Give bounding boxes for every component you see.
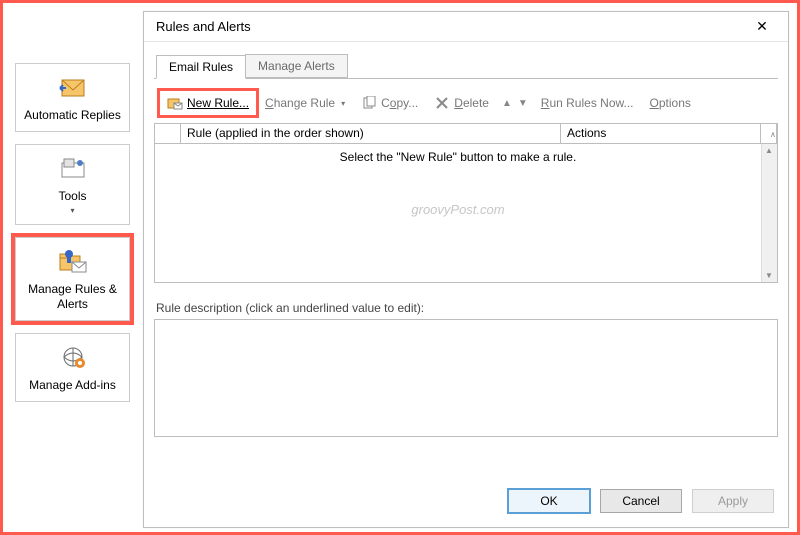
automatic-replies-icon	[56, 74, 90, 102]
new-rule-button[interactable]: New Rule...	[160, 91, 256, 115]
addins-icon	[56, 344, 90, 372]
dialog-tabs: Email Rules Manage Alerts	[156, 52, 788, 78]
copy-label: Copy...	[381, 96, 418, 110]
grid-col-scroll: ∧	[761, 124, 777, 143]
tools-icon	[56, 155, 90, 183]
copy-rule-button[interactable]: Copy...	[354, 91, 425, 115]
dialog-title: Rules and Alerts	[156, 19, 742, 34]
close-icon: ✕	[756, 18, 768, 35]
copy-icon	[361, 95, 377, 111]
tools-label: Tools	[58, 189, 86, 204]
dialog-footer: OK Cancel Apply	[144, 477, 788, 527]
cancel-button[interactable]: Cancel	[600, 489, 682, 513]
new-rule-label: New Rule...	[187, 96, 249, 110]
change-rule-button[interactable]: Change Rule ▾	[258, 92, 352, 114]
email-rules-tabpanel: New Rule... Change Rule ▾ Copy...	[154, 78, 778, 119]
delete-label: Delete	[454, 96, 489, 110]
grid-body[interactable]: Select the "New Rule" button to make a r…	[154, 143, 778, 283]
run-rules-now-button[interactable]: Run Rules Now...	[534, 92, 641, 114]
move-up-button[interactable]: ▲	[502, 98, 512, 109]
tab-email-rules[interactable]: Email Rules	[156, 55, 246, 79]
tools-button[interactable]: Tools ▾	[15, 144, 130, 225]
ok-button[interactable]: OK	[508, 489, 590, 513]
chevron-down-icon: ▾	[70, 206, 74, 216]
move-rule-arrows: ▲ ▼	[498, 98, 532, 109]
rules-and-alerts-dialog: Rules and Alerts ✕ Email Rules Manage Al…	[143, 11, 789, 528]
app-frame: Automatic Replies Tools ▾	[0, 0, 800, 535]
tab-manage-alerts[interactable]: Manage Alerts	[245, 54, 348, 78]
change-rule-label: Change Rule	[265, 96, 335, 110]
manage-addins-label: Manage Add-ins	[29, 378, 116, 393]
automatic-replies-label: Automatic Replies	[24, 108, 121, 123]
grid-empty-text: Select the "New Rule" button to make a r…	[155, 144, 761, 282]
manage-rules-alerts-button[interactable]: Manage Rules & Alerts	[15, 237, 130, 321]
grid-col-index	[155, 124, 181, 143]
grid-col-rule[interactable]: Rule (applied in the order shown)	[181, 124, 561, 143]
move-down-button[interactable]: ▼	[518, 98, 528, 109]
rule-description-label: Rule description (click an underlined va…	[156, 301, 776, 315]
run-rules-label: Run Rules Now...	[541, 96, 634, 110]
grid-scrollbar[interactable]	[761, 144, 777, 282]
delete-rule-button[interactable]: Delete	[427, 91, 496, 115]
chevron-up-icon: ∧	[770, 130, 776, 139]
grid-header: Rule (applied in the order shown) Action…	[154, 123, 778, 143]
manage-addins-button[interactable]: Manage Add-ins	[15, 333, 130, 402]
rules-toolbar: New Rule... Change Rule ▾ Copy...	[154, 87, 778, 119]
new-rule-icon	[167, 95, 183, 111]
options-button[interactable]: Options	[643, 92, 698, 114]
ribbon-sidebar: Automatic Replies Tools ▾	[15, 63, 130, 402]
rules-grid: Rule (applied in the order shown) Action…	[154, 123, 778, 283]
rule-description-box[interactable]	[154, 319, 778, 437]
grid-col-actions[interactable]: Actions	[561, 124, 761, 143]
apply-button[interactable]: Apply	[692, 489, 774, 513]
manage-rules-icon	[56, 248, 90, 276]
dialog-titlebar: Rules and Alerts ✕	[144, 12, 788, 42]
automatic-replies-button[interactable]: Automatic Replies	[15, 63, 130, 132]
manage-rules-label: Manage Rules & Alerts	[20, 282, 125, 312]
close-button[interactable]: ✕	[742, 14, 782, 40]
chevron-down-icon: ▾	[341, 99, 345, 108]
delete-icon	[434, 95, 450, 111]
options-label: Options	[650, 96, 691, 110]
